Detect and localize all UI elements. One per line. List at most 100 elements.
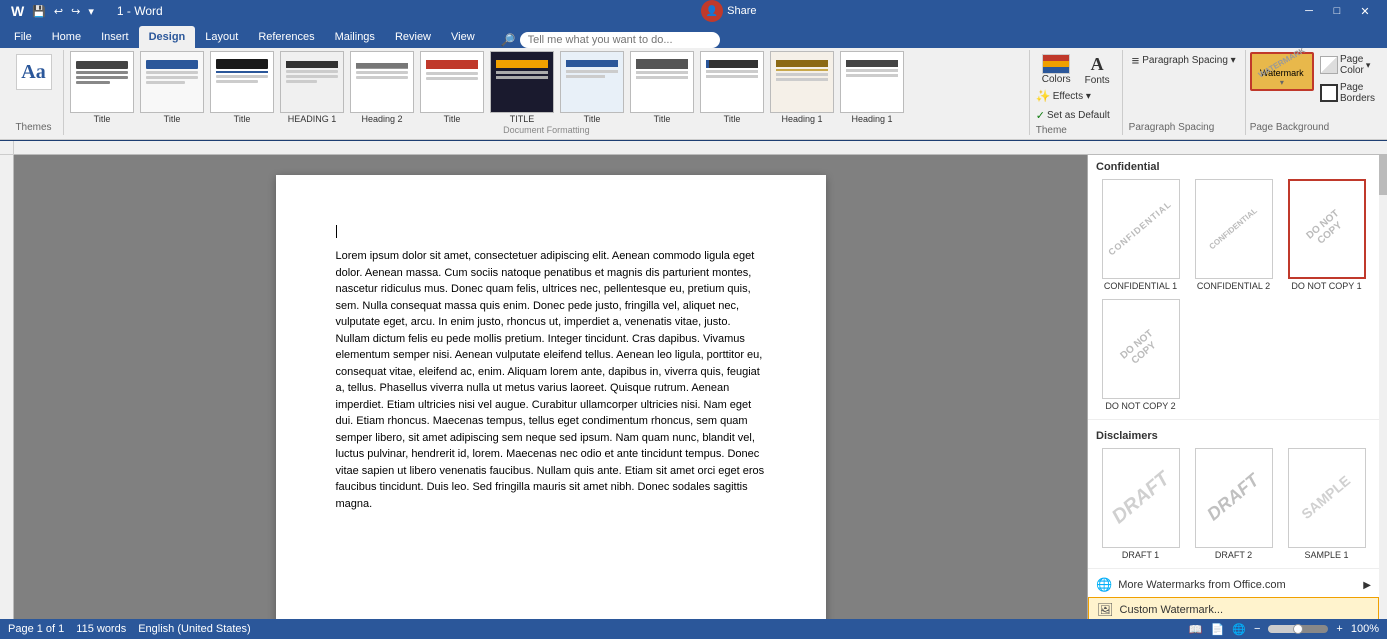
page-color-borders-group: PageColor ▾ PageBorders [1316,52,1379,120]
themes-label: Themes [15,120,51,133]
colors-btn[interactable]: Colors [1036,52,1077,88]
wm-draft2[interactable]: DRAFT DRAFT 2 [1189,448,1278,560]
style-item-6[interactable]: Title [628,50,696,124]
style-thumb-1 [140,51,204,113]
wm-thumb-confidential1: CONFIDENTIAL [1102,179,1180,279]
wm-donotcopy1[interactable]: DO NOTCOPY DO NOT COPY 1 [1282,179,1371,291]
more-watermarks-icon: 🌐 [1096,577,1112,593]
wm-thumb-donotcopy2: DO NOTCOPY [1102,299,1180,399]
paragraph-spacing-btn[interactable]: ≡ Paragraph Spacing ▾ [1129,52,1239,69]
wm-label-draft2: DRAFT 2 [1215,550,1252,560]
close-btn[interactable]: ✕ [1351,0,1379,22]
style-item-0[interactable]: Title [68,50,136,124]
style-item-4[interactable]: TITLE [488,50,556,124]
wm-thumb-draft2: DRAFT [1195,448,1273,548]
zoom-in-btn[interactable]: + [1336,623,1342,635]
word-icon: W [8,2,27,20]
style-item-7[interactable]: Title [698,50,766,124]
horizontal-ruler-area [0,141,1387,155]
page-color-btn[interactable]: PageColor ▾ [1316,52,1379,78]
wm-confidential1[interactable]: CONFIDENTIAL CONFIDENTIAL 1 [1096,179,1185,291]
document-area[interactable]: Lorem ipsum dolor sit amet, consectetuer… [14,155,1087,619]
wm-thumb-sample1: SAMPLE [1288,448,1366,548]
tab-file[interactable]: File [4,26,42,48]
tell-me-input[interactable] [520,32,720,48]
view-print-icon[interactable]: 📄 [1211,623,1225,636]
style-label-0: Title [94,114,111,124]
style-thumb-5 [560,51,624,113]
style-item-3[interactable]: Title [418,50,486,124]
custom-watermark-item[interactable]: 🖼 Custom Watermark... [1088,597,1379,619]
para-spacing-group-label: Paragraph Spacing [1129,120,1239,133]
wm-label-draft1: DRAFT 1 [1122,550,1159,560]
wm-text-donotcopy1: DO NOTCOPY [1305,208,1349,250]
style-item-2[interactable]: Title [208,50,276,124]
watermark-button[interactable]: WATERMARK Watermark ▾ [1250,52,1314,91]
wm-thumb-donotcopy1: DO NOTCOPY [1288,179,1366,279]
status-bar: Page 1 of 1 115 words English (United St… [0,619,1387,639]
style-label-heading1: HEADING 1 [288,114,337,124]
style-thumb-7 [700,51,764,113]
style-label-7: Title [724,114,741,124]
effects-row: ✨ Effects ▾ [1036,88,1116,104]
ruler-corner [0,141,14,155]
tab-home[interactable]: Home [42,26,91,48]
fonts-btn[interactable]: A Fonts [1079,52,1116,88]
tab-review[interactable]: Review [385,26,441,48]
panel-scrollbar-thumb[interactable] [1379,155,1387,195]
wm-text-donotcopy2: DO NOTCOPY [1119,328,1163,370]
document-page: Lorem ipsum dolor sit amet, consectetuer… [276,175,826,619]
page-info: Page 1 of 1 [8,623,64,635]
set-default-btn[interactable]: Set as Default [1047,110,1110,121]
wm-confidential2[interactable]: CONFIDENTIAL CONFIDENTIAL 2 [1189,179,1278,291]
redo-btn[interactable]: ↪ [68,4,83,19]
tab-design[interactable]: Design [139,26,196,48]
style-thumb-3 [420,51,484,113]
maximize-btn[interactable]: □ [1323,0,1351,22]
zoom-out-btn[interactable]: − [1254,623,1260,635]
tab-insert[interactable]: Insert [91,26,139,48]
style-item-5[interactable]: Title [558,50,626,124]
style-item-heading1[interactable]: HEADING 1 [278,50,346,124]
wm-thumb-confidential2: CONFIDENTIAL [1195,179,1273,279]
tab-layout[interactable]: Layout [195,26,248,48]
save-btn[interactable]: 💾 [29,4,49,19]
page-borders-btn[interactable]: PageBorders [1316,80,1379,106]
wm-draft1[interactable]: DRAFT DRAFT 1 [1096,448,1185,560]
style-item-8[interactable]: Heading 1 [768,50,836,124]
themes-icon: Aa [16,54,52,90]
customize-qat[interactable]: ▾ [85,4,97,19]
share-btn[interactable]: Share [727,5,756,17]
more-watermarks-item[interactable]: 🌐 More Watermarks from Office.com ▶ [1088,573,1379,597]
style-label-2: Title [234,114,251,124]
style-label-5: Title [584,114,601,124]
checkmark-icon: ✓ [1036,109,1045,122]
zoom-slider[interactable] [1268,625,1328,633]
style-thumb-2 [210,51,274,113]
style-thumb-9 [840,51,904,113]
tab-references[interactable]: References [248,26,324,48]
view-read-icon[interactable]: 📖 [1189,623,1203,636]
style-item-1[interactable]: Title [138,50,206,124]
style-thumb-6 [630,51,694,113]
panel-divider [1088,419,1379,420]
tab-view[interactable]: View [441,26,485,48]
effects-btn[interactable]: Effects ▾ [1053,91,1091,102]
page-color-label: PageColor [1340,54,1364,76]
status-right: 📖 📄 🌐 − + 100% [1189,623,1379,636]
status-left: Page 1 of 1 115 words English (United St… [8,623,251,635]
tab-mailings[interactable]: Mailings [325,26,385,48]
style-item-heading2[interactable]: Heading 2 [348,50,416,124]
theme-options-group: Colors A Fonts ✨ Effects ▾ ✓ Set as Defa… [1030,50,1123,135]
user-avatar[interactable]: 👤 [701,0,723,22]
minimize-btn[interactable]: ─ [1295,0,1323,22]
wm-label-confidential2: CONFIDENTIAL 2 [1197,281,1270,291]
wm-donotcopy2[interactable]: DO NOTCOPY DO NOT COPY 2 [1096,299,1185,411]
themes-button[interactable]: Aa [12,52,56,92]
wm-sample1[interactable]: SAMPLE SAMPLE 1 [1282,448,1371,560]
undo-btn[interactable]: ↩ [51,4,66,19]
title-bar-left: W 💾 ↩ ↪ ▾ 1 - Word [8,2,163,20]
panel-scrollbar[interactable] [1379,155,1387,619]
view-web-icon[interactable]: 🌐 [1232,623,1246,636]
style-item-9[interactable]: Heading 1 [838,50,906,124]
